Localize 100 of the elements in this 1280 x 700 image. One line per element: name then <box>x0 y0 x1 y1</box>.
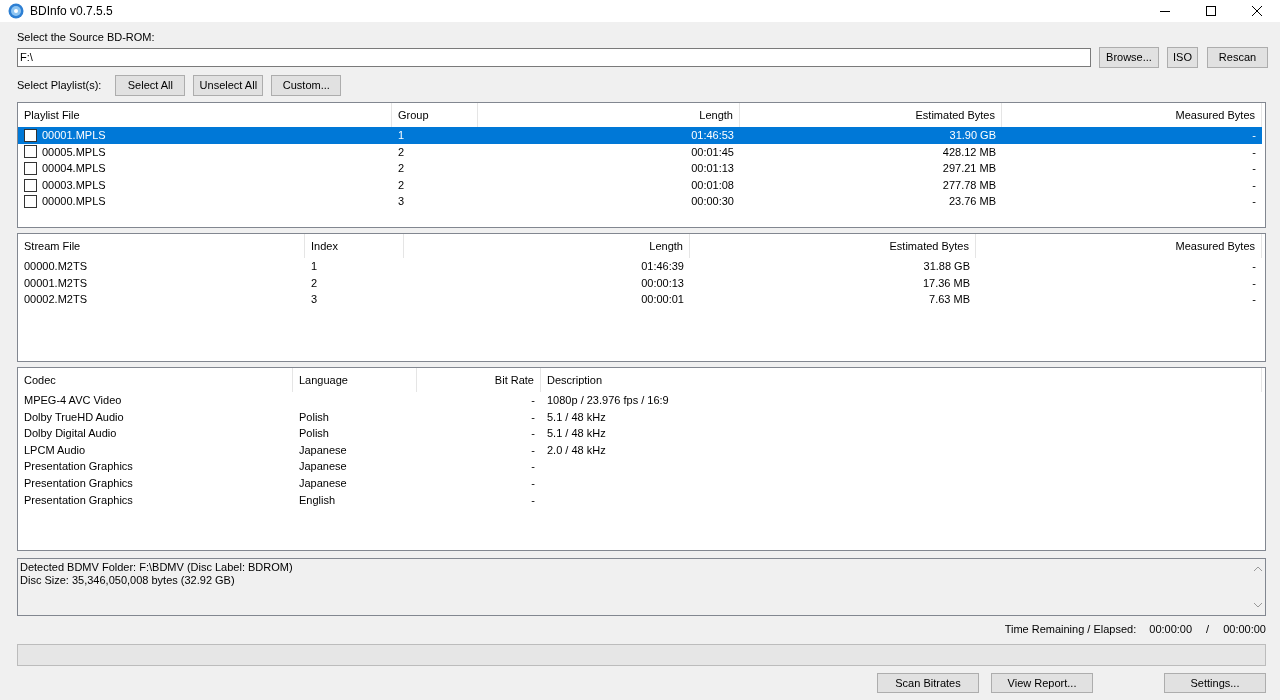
table-cell-text: 428.12 MB <box>941 144 997 160</box>
table-cell-text: 2 <box>397 161 406 177</box>
table-cell-text: - <box>1251 177 1257 193</box>
window-title: BDInfo v0.7.5.5 <box>30 4 113 18</box>
custom-button[interactable]: Custom... <box>271 74 342 96</box>
disc-icon <box>8 3 24 19</box>
table-cell-text: - <box>1251 128 1257 143</box>
table-cell-text: 00004.MPLS <box>41 161 107 177</box>
table-cell-text: 3 <box>397 194 406 210</box>
table-cell-text: - <box>1251 275 1257 291</box>
table-cell-text: - <box>530 426 536 442</box>
table-cell-text: English <box>298 492 337 508</box>
iso-button[interactable]: ISO <box>1167 46 1198 68</box>
column-header[interactable]: Stream File <box>18 234 305 258</box>
table-cell-text: 7.63 MB <box>928 292 971 308</box>
table-cell-text: 1 <box>310 259 319 274</box>
playlist-row[interactable]: 00004.MPLS 2 00:01:13 297.21 MB - <box>18 160 1265 177</box>
table-cell-text: 00000.MPLS <box>41 194 107 210</box>
playlist-row[interactable]: 00001.MPLS 1 01:46:53 31.90 GB - <box>18 127 1262 144</box>
table-cell-text: Dolby Digital Audio <box>23 426 118 442</box>
table-cell-text: 00000.M2TS <box>23 259 88 274</box>
table-cell-text: Japanese <box>298 475 348 491</box>
view-report-button[interactable]: View Report... <box>991 673 1093 693</box>
column-header[interactable]: Length <box>404 234 690 258</box>
checkbox[interactable] <box>24 128 37 142</box>
table-cell-text: 297.21 MB <box>941 161 997 177</box>
column-header[interactable]: Language <box>293 368 417 392</box>
table-cell-text: 00003.MPLS <box>41 177 107 193</box>
table-cell-text: 00001.M2TS <box>23 275 88 291</box>
table-cell-text: 1080p / 23.976 fps / 16:9 <box>546 393 670 408</box>
path-field[interactable]: F:\ <box>17 47 1091 67</box>
table-cell-text: 00:00:30 <box>690 194 735 210</box>
table-cell-text: 00002.M2TS <box>23 292 88 308</box>
log-line: Detected BDMV Folder: F:\BDMV (Disc Label: BDROM) <box>20 561 294 574</box>
column-header[interactable]: Description <box>541 368 1262 392</box>
table-cell-text: 2 <box>310 275 319 291</box>
table-cell-text: MPEG-4 AVC Video <box>23 393 123 408</box>
playlist-row[interactable]: 00005.MPLS 2 00:01:45 428.12 MB - <box>18 143 1265 161</box>
table-cell-text: 31.88 GB <box>922 259 971 274</box>
settings-button[interactable]: Settings... <box>1164 673 1266 693</box>
table-cell-text: 1 <box>397 128 406 143</box>
close-icon[interactable] <box>1252 6 1262 16</box>
time-label: Time Remaining / Elapsed: <box>1004 623 1137 635</box>
table-cell-text: - <box>1251 144 1257 160</box>
select-all-button[interactable]: Select All <box>115 74 186 96</box>
table-cell-text: 2.0 / 48 kHz <box>546 442 607 458</box>
column-header[interactable]: Index <box>305 234 404 258</box>
table-cell-text: - <box>1251 259 1257 274</box>
playlist-row[interactable]: 00003.MPLS 2 00:01:08 277.78 MB - <box>18 176 1265 194</box>
table-cell-text: 00001.MPLS <box>41 128 107 143</box>
checkbox[interactable] <box>24 162 37 175</box>
table-cell-text: 277.78 MB <box>941 177 997 193</box>
table-cell-text: 5.1 / 48 kHz <box>546 426 607 442</box>
table-cell-text: - <box>530 442 536 458</box>
table-cell-text: Presentation Graphics <box>23 492 134 508</box>
table-cell-text: 17.36 MB <box>921 275 971 291</box>
table-cell-text: 2 <box>397 177 406 193</box>
scan-bitrates-button[interactable]: Scan Bitrates <box>877 673 979 693</box>
table-cell-text: 00005.MPLS <box>41 144 107 160</box>
table-cell-text: Presentation Graphics <box>23 459 134 475</box>
source-label: Select the Source BD-ROM: <box>17 30 156 44</box>
table-cell-text: Polish <box>298 409 330 425</box>
table-cell-text: 00:00:13 <box>640 275 685 291</box>
maximize-icon[interactable] <box>1206 6 1216 16</box>
browse-button[interactable]: Browse... <box>1099 46 1159 68</box>
table-cell-text: Presentation Graphics <box>23 475 134 491</box>
column-header[interactable]: Bit Rate <box>417 368 541 392</box>
table-cell-text: 00:01:08 <box>690 177 735 193</box>
time-elapsed: 00:00:00 <box>1223 623 1266 635</box>
table-cell-text: Japanese <box>298 459 348 475</box>
table-cell-text: - <box>1251 292 1257 308</box>
column-header[interactable]: Measured Bytes <box>976 234 1262 258</box>
column-header[interactable]: Estimated Bytes <box>690 234 976 258</box>
table-cell-text: 00:01:13 <box>690 161 735 177</box>
table-cell-text: 01:46:53 <box>690 128 735 143</box>
checkbox[interactable] <box>24 195 37 209</box>
table-cell-text: 31.90 GB <box>948 128 997 143</box>
table-cell-text: 5.1 / 48 kHz <box>546 409 607 425</box>
table-cell-text: 00:00:01 <box>640 292 685 308</box>
table-cell-text: - <box>530 459 536 475</box>
table-cell-text: 3 <box>310 292 319 308</box>
table-cell-text: Polish <box>298 426 330 442</box>
table-cell-text: Dolby TrueHD Audio <box>23 409 125 425</box>
rescan-button[interactable]: Rescan <box>1207 46 1268 68</box>
time-separator: / <box>1206 623 1210 635</box>
column-header[interactable]: Codec <box>18 368 293 392</box>
playlist-label: Select Playlist(s): <box>17 79 102 91</box>
checkbox[interactable] <box>24 178 37 192</box>
table-cell-text: LPCM Audio <box>23 442 87 458</box>
table-cell-text: Japanese <box>298 442 348 458</box>
table-cell-text: - <box>530 409 536 425</box>
unselect-all-button[interactable]: Unselect All <box>193 74 264 96</box>
table-cell-text: 2 <box>397 144 406 160</box>
table-cell-text: 01:46:39 <box>640 259 685 274</box>
table-cell-text: - <box>1251 194 1257 210</box>
playlist-row[interactable]: 00000.MPLS 3 00:00:30 23.76 MB - <box>18 193 1265 210</box>
table-cell-text: - <box>530 393 536 408</box>
table-cell-text: 23.76 MB <box>947 194 997 210</box>
checkbox[interactable] <box>24 145 37 159</box>
table-cell-text: - <box>1251 161 1257 177</box>
